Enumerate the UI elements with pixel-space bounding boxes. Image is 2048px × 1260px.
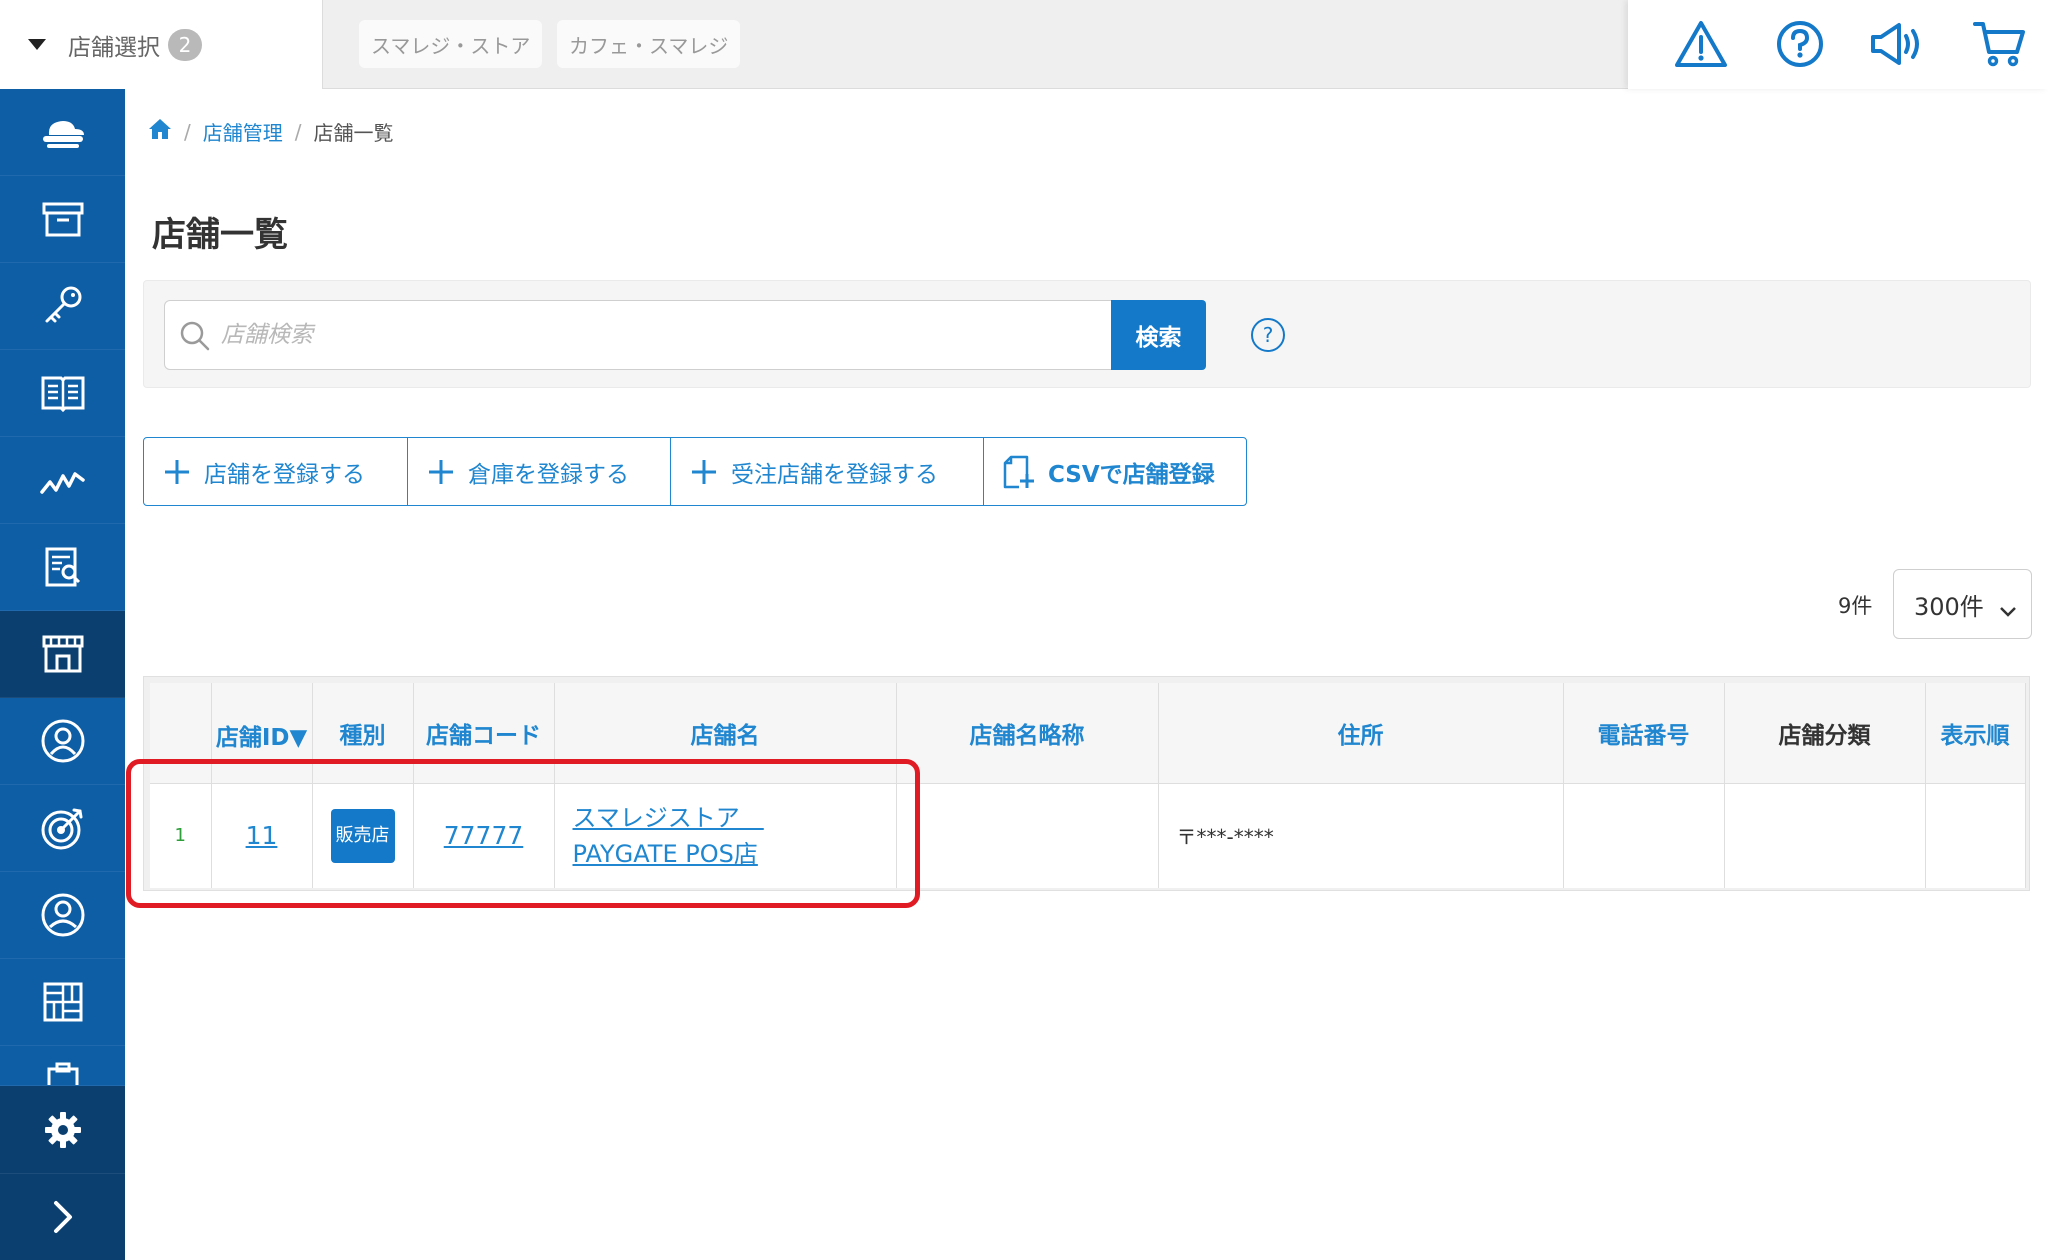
store-icon[interactable] <box>0 611 125 698</box>
store-name-line2: PAYGATE POS店 <box>572 839 758 868</box>
home-icon[interactable] <box>148 118 172 145</box>
plus-icon <box>692 459 716 484</box>
store-table-wrapper: 店舗ID▼ 種別 店舗コード 店舗名 店舗名略称 住所 電話番号 店舗分類 表示… <box>143 676 2030 891</box>
breadcrumb: / 店舗管理 / 店舗一覧 <box>148 117 394 146</box>
col-store-code[interactable]: 店舗コード <box>413 683 555 784</box>
search-box <box>164 300 1116 370</box>
col-display-order[interactable]: 表示順 <box>1925 683 2026 784</box>
apps-grid-icon[interactable] <box>0 959 125 1046</box>
table-header-row: 店舗ID▼ 種別 店舗コード 店舗名 店舗名略称 住所 電話番号 店舗分類 表示… <box>150 683 2026 784</box>
register-warehouse-label: 倉庫を登録する <box>468 461 629 488</box>
sales-chart-icon[interactable] <box>0 437 125 524</box>
help-icon[interactable] <box>1770 14 1830 74</box>
key-icon[interactable] <box>0 263 125 350</box>
col-type[interactable]: 種別 <box>312 683 414 784</box>
search-button[interactable]: 検索 <box>1111 300 1206 370</box>
col-store-name[interactable]: 店舗名 <box>554 683 897 784</box>
store-select-label: 店舗選択 <box>68 34 160 61</box>
search-help-icon[interactable]: ? <box>1251 318 1285 352</box>
type-cell: 販売店 <box>312 783 414 888</box>
store-count-badge: 2 <box>168 28 202 61</box>
row-number: 1 <box>150 783 212 888</box>
expand-chevron-icon[interactable] <box>0 1173 125 1260</box>
col-address[interactable]: 住所 <box>1158 683 1564 784</box>
store-table: 店舗ID▼ 種別 店舗コード 店舗名 店舗名略称 住所 電話番号 店舗分類 表示… <box>150 683 2026 888</box>
category-cell <box>1724 783 1926 888</box>
col-category: 店舗分類 <box>1724 683 1926 784</box>
display-order-cell <box>1925 783 2026 888</box>
register-warehouse-button[interactable]: 倉庫を登録する <box>408 438 671 505</box>
plus-icon <box>165 459 189 484</box>
user-icon[interactable] <box>0 872 125 959</box>
store-abbr-cell <box>896 783 1159 888</box>
register-button-group: 店舗を登録する 倉庫を登録する 受注店舗を登録する CSVで店舗登録 <box>143 437 1247 506</box>
chevron-down-icon <box>1999 596 2017 624</box>
search-icon <box>179 320 211 356</box>
csv-file-add-icon <box>1003 455 1035 490</box>
store-chip-cafe-smaregi[interactable]: カフェ・スマレジ <box>557 20 741 68</box>
search-input[interactable] <box>221 301 1101 369</box>
per-page-value: 300件 <box>1914 592 1984 621</box>
col-store-id[interactable]: 店舗ID▼ <box>211 683 313 784</box>
report-icon[interactable] <box>0 524 125 611</box>
col-rownum <box>150 683 212 784</box>
store-id-link[interactable]: 11 <box>246 821 278 850</box>
breadcrumb-separator: / <box>294 119 302 144</box>
store-name-cell: スマレジストア PAYGATE POS店 <box>554 783 897 888</box>
cloud-register-icon[interactable] <box>0 89 125 176</box>
store-id-cell: 11 <box>211 783 313 888</box>
csv-register-label: CSVで店舗登録 <box>1048 461 1215 488</box>
store-name-line1: スマレジストア <box>572 803 764 832</box>
col-phone[interactable]: 電話番号 <box>1563 683 1725 784</box>
sidebar <box>0 89 125 1260</box>
store-select-dropdown[interactable]: 店舗選択 2 <box>0 0 323 89</box>
address-cell: 〒***-**** <box>1158 783 1564 888</box>
settings-gear-icon[interactable] <box>0 1086 125 1173</box>
clipboard-icon[interactable] <box>0 1046 125 1086</box>
caret-down-icon <box>28 39 46 50</box>
per-page-select[interactable]: 300件 <box>1893 569 2032 639</box>
breadcrumb-current: 店舗一覧 <box>313 121 394 145</box>
store-chip-smaregi-store[interactable]: スマレジ・ストア <box>359 20 543 68</box>
phone-cell <box>1563 783 1725 888</box>
cart-icon[interactable] <box>1970 14 2030 74</box>
register-store-button[interactable]: 店舗を登録する <box>144 438 408 505</box>
plus-icon <box>429 459 453 484</box>
store-code-cell: 77777 <box>413 783 555 888</box>
top-bar: 店舗選択 2 スマレジ・ストア カフェ・スマレジ <box>0 0 2048 89</box>
breadcrumb-separator: / <box>184 119 191 144</box>
warning-icon[interactable] <box>1671 14 1731 74</box>
store-name-link[interactable]: スマレジストア PAYGATE POS店 <box>573 804 764 868</box>
product-box-icon[interactable] <box>0 176 125 263</box>
store-type-badge: 販売店 <box>330 808 395 863</box>
top-icon-bar <box>1628 0 2048 89</box>
csv-register-button[interactable]: CSVで店舗登録 <box>984 438 1246 505</box>
search-panel: 検索 ? <box>143 280 2031 388</box>
ledger-book-icon[interactable] <box>0 350 125 437</box>
store-code-link[interactable]: 77777 <box>444 821 524 850</box>
target-icon[interactable] <box>0 785 125 872</box>
customer-icon[interactable] <box>0 698 125 785</box>
col-store-abbr[interactable]: 店舗名略称 <box>896 683 1159 784</box>
register-store-label: 店舗を登録する <box>204 461 365 488</box>
register-order-store-button[interactable]: 受注店舗を登録する <box>671 438 984 505</box>
announcement-icon[interactable] <box>1868 14 1928 74</box>
table-row: 1 11 販売店 77777 スマレジストア PAYGATE POS店 〒***… <box>150 783 2026 888</box>
register-order-store-label: 受注店舗を登録する <box>731 461 938 488</box>
page-title: 店舗一覧 <box>152 215 288 255</box>
result-count: 9件 <box>1838 594 1873 618</box>
breadcrumb-store-management[interactable]: 店舗管理 <box>203 117 283 146</box>
